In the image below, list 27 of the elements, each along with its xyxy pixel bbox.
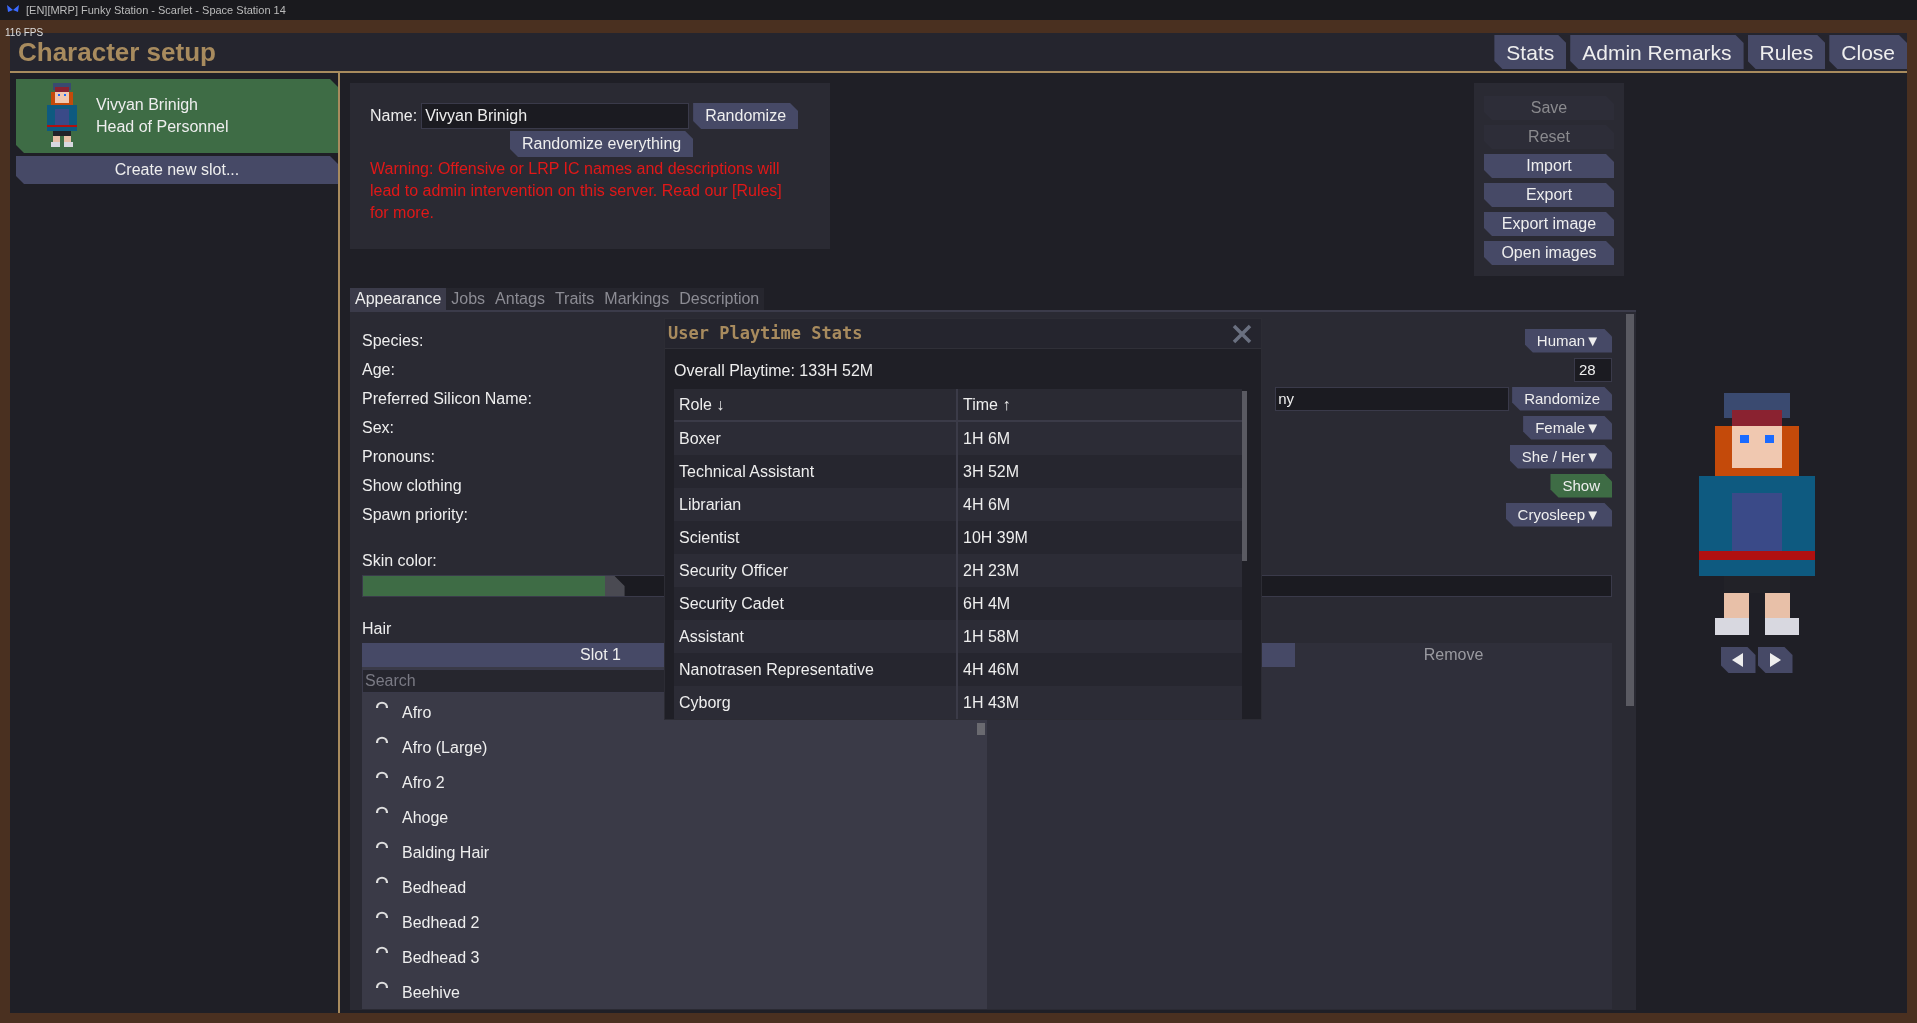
table-cell-text: 3H 52M — [962, 461, 1021, 482]
warning-text: Warning: Offensive or LRP IC names and descriptions will lead to admin intervention on this server. Read our [Rules] for more. — [370, 159, 783, 223]
field-label: Species: — [362, 330, 424, 351]
fps-counter: 116 FPS — [5, 26, 44, 40]
table-cell-text: 4H 46M — [962, 659, 1021, 680]
field-label: Sex: — [362, 417, 394, 438]
skin-color-label: Skin color: — [362, 551, 437, 571]
hair-label: Hair — [362, 619, 392, 639]
name-label: Name: — [370, 106, 418, 126]
table-cell-text: 2H 23M — [962, 560, 1021, 581]
slot-job: Head of Personnel — [96, 117, 229, 137]
table-cell-text: 4H 6M — [962, 494, 1012, 515]
table-cell-text: 6H 4M — [962, 593, 1012, 614]
table-cell-text: 1H 43M — [962, 692, 1021, 713]
table-cell-text: 1H 6M — [962, 428, 1012, 449]
field-label: Pronouns: — [362, 446, 435, 467]
field-label: Spawn priority: — [362, 504, 468, 525]
popup-title: User Playtime Stats — [668, 321, 863, 345]
field-label: Age: — [362, 359, 395, 380]
slot-name: Vivyan Brinigh — [96, 95, 199, 115]
table-cell: Cyborg — [674, 686, 958, 719]
os-window-title: [EN][MRP] Funky Station - Scarlet - Space Station 14 — [26, 2, 286, 18]
table-cell-text: 1H 58M — [962, 626, 1021, 647]
overall-playtime: Overall Playtime: 133H 52M — [674, 361, 875, 381]
table-cell-text: 10H 39M — [962, 527, 1029, 548]
field-label: Preferred Silicon Name: — [362, 388, 532, 409]
field-label: Show clothing — [362, 475, 462, 496]
